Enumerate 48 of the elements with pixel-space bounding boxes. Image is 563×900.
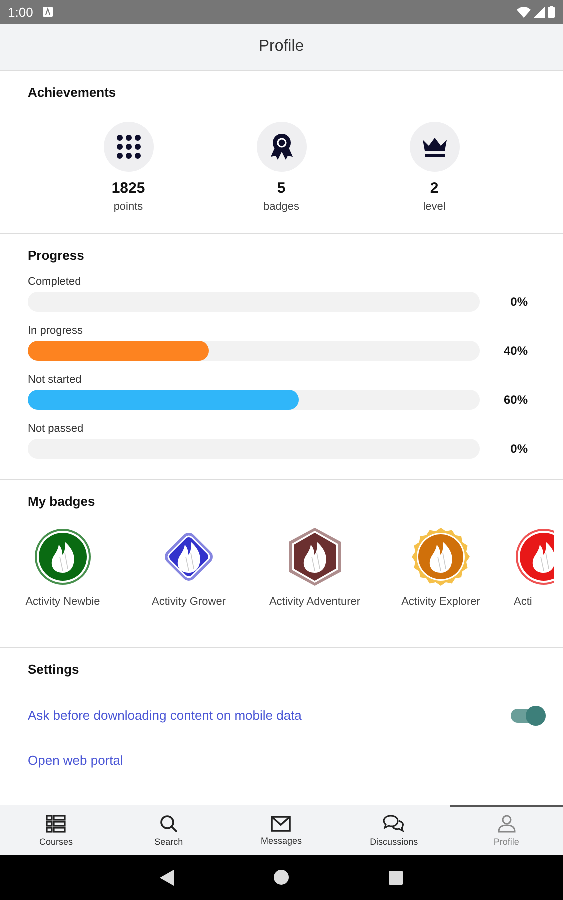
badge-name: Activity Grower: [152, 595, 226, 610]
section-title: Achievements: [28, 85, 118, 100]
grid-icon: [116, 135, 140, 159]
back-icon[interactable]: [160, 870, 174, 886]
flame-badge-icon[interactable]: [33, 527, 93, 587]
progress-percentage: 60%: [502, 393, 528, 407]
progress-label: Not passed: [28, 423, 85, 435]
achievement-value: 1825: [112, 180, 146, 197]
section-title: Settings: [28, 662, 80, 677]
recents-icon[interactable]: [389, 870, 403, 884]
tab[interactable]: Discussions: [338, 805, 450, 855]
settings-link[interactable]: Open web portal: [28, 753, 124, 768]
achievement-label: level: [423, 201, 446, 213]
section-title: Progress: [28, 248, 86, 263]
signal-icon: [534, 6, 545, 18]
settings-link[interactable]: Ask before downloading content on mobile data: [28, 708, 302, 723]
progress-percentage: 40%: [502, 344, 528, 358]
badge-name: Activity Newbie: [26, 595, 100, 610]
progress-percentage: 0%: [510, 442, 528, 456]
tab[interactable]: Messages: [225, 805, 338, 855]
section-title: My badges: [28, 494, 96, 509]
progress-label: Not started: [28, 374, 83, 386]
tab[interactable]: Courses: [0, 805, 113, 855]
wifi-icon: [517, 6, 531, 18]
achievement-value: 2: [430, 180, 439, 197]
toggle-switch[interactable]: [511, 708, 543, 722]
search-icon: [160, 815, 178, 833]
achievement-label: badges: [263, 201, 300, 213]
battery-icon: [548, 6, 555, 18]
progress-percentage: 0%: [510, 295, 528, 309]
home-icon[interactable]: [274, 870, 289, 885]
tab[interactable]: Search: [112, 805, 226, 855]
envelope-icon: [271, 816, 292, 832]
achievement-value: 5: [277, 180, 286, 197]
person-icon: [498, 815, 516, 833]
badge-name: Activity Explorer: [402, 595, 480, 610]
notification-icon: [43, 7, 54, 17]
progress-label: In progress: [28, 325, 84, 337]
crown-icon: [420, 136, 448, 158]
clock: 1:00: [8, 4, 34, 20]
progress-label: Completed: [28, 276, 82, 288]
list-icon: [46, 815, 66, 833]
achievement-label: points: [114, 201, 144, 213]
badge-name: Acti: [514, 595, 532, 610]
chat-icon: [383, 815, 406, 833]
badge-name: Activity Adventurer: [269, 595, 361, 610]
award-icon: [270, 133, 294, 161]
screen-title: Profile: [258, 38, 304, 56]
